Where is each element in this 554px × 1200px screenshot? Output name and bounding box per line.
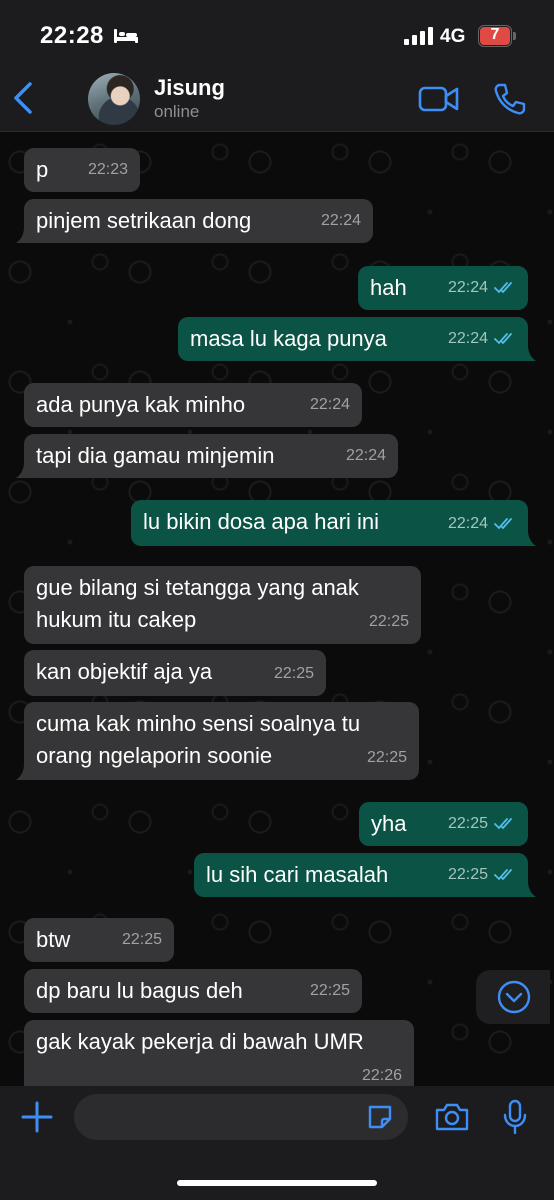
message-bubble-outgoing[interactable]: hah 22:24 bbox=[358, 266, 528, 310]
message-time: 22:24 bbox=[320, 212, 361, 229]
chat-area[interactable]: p 22:23 pinjem setrikaan dong 22:24 hah … bbox=[0, 132, 554, 1086]
sticker-icon[interactable] bbox=[366, 1103, 394, 1131]
scroll-to-bottom-button[interactable] bbox=[476, 970, 550, 1024]
message-text: gak kayak pekerja di bawah UMR bbox=[36, 1029, 364, 1054]
message-time: 22:25 bbox=[309, 982, 350, 999]
message-time: 22:25 bbox=[447, 866, 488, 883]
phone-icon[interactable] bbox=[492, 82, 526, 116]
input-bar bbox=[0, 1086, 554, 1200]
status-bar: 22:28 4G 7 bbox=[0, 0, 554, 66]
message-bubble-incoming[interactable]: cuma kak minho sensi soalnya tu orang ng… bbox=[16, 702, 419, 780]
camera-icon[interactable] bbox=[434, 1102, 470, 1132]
message-text: dp baru lu bagus deh bbox=[36, 978, 243, 1003]
message-bubble-incoming[interactable]: kan objektif aja ya 22:25 bbox=[24, 650, 326, 696]
message-time: 22:25 bbox=[366, 749, 407, 766]
chevron-down-circle-icon bbox=[497, 980, 531, 1014]
back-chevron-icon[interactable] bbox=[8, 80, 40, 116]
double-check-icon bbox=[494, 869, 512, 881]
message-text: ada punya kak minho bbox=[36, 392, 246, 417]
message-time: 22:24 bbox=[309, 396, 350, 413]
video-call-icon[interactable] bbox=[418, 84, 460, 114]
message-text: gue bilang si tetangga yang anak hukum i… bbox=[36, 575, 359, 632]
message-bubble-outgoing[interactable]: masa lu kaga punya 22:24 bbox=[178, 317, 536, 361]
home-indicator bbox=[177, 1180, 377, 1186]
chat-header: Jisung online bbox=[0, 66, 554, 132]
double-check-icon bbox=[494, 818, 512, 830]
battery-percent: 7 bbox=[490, 26, 500, 43]
avatar[interactable] bbox=[88, 73, 140, 125]
message-time: 22:25 bbox=[447, 815, 488, 832]
message-time: 22:25 bbox=[121, 931, 162, 948]
double-check-icon bbox=[494, 282, 512, 294]
battery-icon: 7 bbox=[478, 25, 516, 47]
message-time: 22:24 bbox=[447, 515, 488, 532]
message-bubble-incoming[interactable]: dp baru lu bagus deh 22:25 bbox=[24, 969, 362, 1013]
signal-icon bbox=[404, 27, 433, 45]
message-text: pinjem setrikaan dong bbox=[36, 208, 252, 233]
contact-status: online bbox=[154, 102, 200, 121]
double-check-icon bbox=[494, 518, 512, 530]
message-time: 22:24 bbox=[345, 447, 386, 464]
plus-icon[interactable] bbox=[20, 1100, 54, 1134]
message-bubble-outgoing[interactable]: lu bikin dosa apa hari ini 22:24 bbox=[131, 500, 536, 546]
message-bubble-incoming[interactable]: gak kayak pekerja di bawah UMR 22:26 bbox=[24, 1020, 414, 1086]
message-bubble-incoming[interactable]: btw 22:25 bbox=[24, 918, 174, 962]
double-check-icon bbox=[494, 333, 512, 345]
message-input[interactable] bbox=[74, 1094, 408, 1140]
network-label: 4G bbox=[440, 26, 466, 47]
message-time: 22:25 bbox=[368, 613, 409, 630]
contact-name[interactable]: Jisung bbox=[154, 75, 225, 101]
status-time: 22:28 bbox=[40, 22, 104, 49]
bed-icon bbox=[114, 29, 138, 43]
message-time: 22:24 bbox=[447, 330, 488, 347]
microphone-icon[interactable] bbox=[502, 1099, 528, 1135]
message-bubble-outgoing[interactable]: yha 22:25 bbox=[359, 802, 528, 846]
message-bubble-incoming[interactable]: ada punya kak minho 22:24 bbox=[24, 383, 362, 427]
message-time: 22:23 bbox=[87, 161, 128, 178]
message-text: kan objektif aja ya bbox=[36, 659, 213, 684]
message-bubble-outgoing[interactable]: lu sih cari masalah 22:25 bbox=[194, 853, 536, 897]
message-bubble-incoming[interactable]: p 22:23 bbox=[24, 148, 140, 192]
message-time: 22:25 bbox=[273, 665, 314, 682]
message-text: tapi dia gamau minjemin bbox=[36, 443, 275, 468]
message-bubble-incoming[interactable]: tapi dia gamau minjemin 22:24 bbox=[16, 434, 398, 478]
message-bubble-incoming[interactable]: gue bilang si tetangga yang anak hukum i… bbox=[24, 566, 421, 644]
message-text: cuma kak minho sensi soalnya tu orang ng… bbox=[36, 711, 361, 768]
message-time: 22:24 bbox=[447, 279, 488, 296]
message-bubble-incoming[interactable]: pinjem setrikaan dong 22:24 bbox=[16, 199, 373, 243]
message-time: 22:26 bbox=[361, 1067, 402, 1084]
